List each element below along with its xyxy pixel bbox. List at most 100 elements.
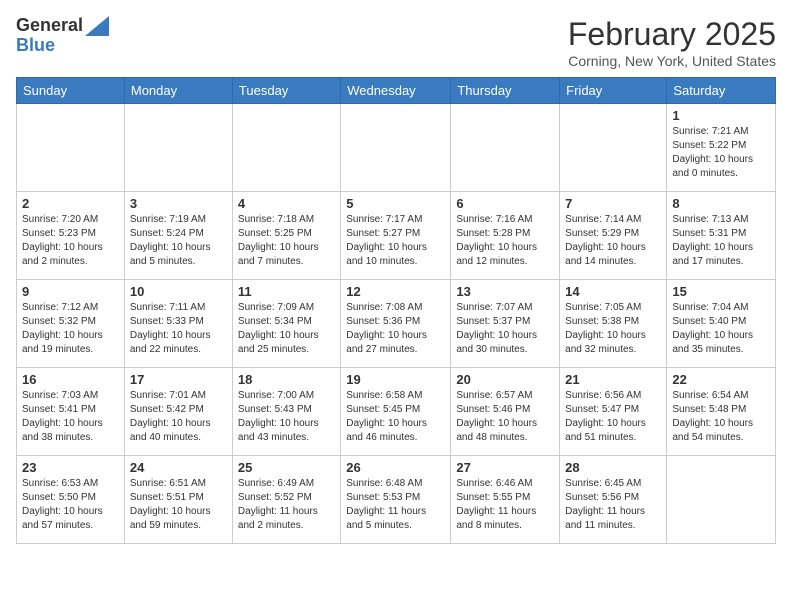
day-number: 3 [130,196,227,211]
calendar-cell [341,104,451,192]
calendar-cell: 7Sunrise: 7:14 AM Sunset: 5:29 PM Daylig… [560,192,667,280]
day-number: 28 [565,460,661,475]
calendar-cell: 16Sunrise: 7:03 AM Sunset: 5:41 PM Dayli… [17,368,125,456]
day-info: Sunrise: 7:07 AM Sunset: 5:37 PM Dayligh… [456,301,554,357]
logo-blue-text: Blue [16,36,109,56]
day-number: 19 [346,372,445,387]
calendar-cell: 20 Sunrise: 6:57 AM Sunset: 5:46 PM Dayli… [451,368,560,456]
day-number: 10 [130,284,227,299]
day-number: 7 [565,196,661,211]
column-header-thursday: Thursday [451,78,560,104]
day-info: Sunrise: 6:46 AM Sunset: 5:55 PM Dayligh… [456,477,554,533]
calendar-cell: 11 Sunrise: 7:09 AM Sunset: 5:34 PM Dayli… [232,280,340,368]
day-number: 22 [672,372,770,387]
day-number: 25 [238,460,335,475]
calendar-cell: 23 Sunrise: 6:53 AM Sunset: 5:50 PM Dayli… [17,456,125,544]
day-info: Sunrise: 6:49 AM Sunset: 5:52 PM Dayligh… [238,477,335,533]
day-number: 15 [672,284,770,299]
logo-general-text: General [16,16,83,36]
column-header-sunday: Sunday [17,78,125,104]
page-header: General Blue February 2025 Corning, New … [16,16,776,69]
day-info: Sunrise: 7:04 AM Sunset: 5:40 PM Dayligh… [672,301,770,357]
day-info: Sunrise: 7:11 AM Sunset: 5:33 PM Dayligh… [130,301,227,357]
day-info: Sunrise: 6:54 AM Sunset: 5:48 PM Dayligh… [672,389,770,445]
calendar-cell: 10 Sunrise: 7:11 AM Sunset: 5:33 PM Dayli… [124,280,232,368]
calendar-cell: 17Sunrise: 7:01 AM Sunset: 5:42 PM Dayli… [124,368,232,456]
day-info: Sunrise: 7:08 AM Sunset: 5:36 PM Dayligh… [346,301,445,357]
calendar-table: SundayMondayTuesdayWednesdayThursdayFrid… [16,77,776,544]
calendar-cell: 9 Sunrise: 7:12 AM Sunset: 5:32 PM Daylig… [17,280,125,368]
calendar-week-row: 16Sunrise: 7:03 AM Sunset: 5:41 PM Dayli… [17,368,776,456]
calendar-cell: 1 Sunrise: 7:21 AM Sunset: 5:22 PM Daylig… [667,104,776,192]
day-number: 8 [672,196,770,211]
day-info: Sunrise: 6:51 AM Sunset: 5:51 PM Dayligh… [130,477,227,533]
day-number: 6 [456,196,554,211]
calendar-cell: 15 Sunrise: 7:04 AM Sunset: 5:40 PM Dayli… [667,280,776,368]
calendar-week-row: 9 Sunrise: 7:12 AM Sunset: 5:32 PM Daylig… [17,280,776,368]
column-header-saturday: Saturday [667,78,776,104]
column-header-tuesday: Tuesday [232,78,340,104]
calendar-cell [667,456,776,544]
column-header-friday: Friday [560,78,667,104]
day-number: 5 [346,196,445,211]
calendar-cell: 2Sunrise: 7:20 AM Sunset: 5:23 PM Daylig… [17,192,125,280]
calendar-cell [124,104,232,192]
day-info: Sunrise: 6:57 AM Sunset: 5:46 PM Dayligh… [456,389,554,445]
calendar-week-row: 2Sunrise: 7:20 AM Sunset: 5:23 PM Daylig… [17,192,776,280]
calendar-cell: 13 Sunrise: 7:07 AM Sunset: 5:37 PM Dayli… [451,280,560,368]
day-number: 23 [22,460,119,475]
day-info: Sunrise: 7:13 AM Sunset: 5:31 PM Dayligh… [672,213,770,269]
day-info: Sunrise: 6:45 AM Sunset: 5:56 PM Dayligh… [565,477,661,533]
calendar-cell: 14 Sunrise: 7:05 AM Sunset: 5:38 PM Dayli… [560,280,667,368]
day-number: 1 [672,108,770,123]
day-info: Sunrise: 7:21 AM Sunset: 5:22 PM Dayligh… [672,125,770,181]
day-number: 11 [238,284,335,299]
day-number: 4 [238,196,335,211]
column-header-wednesday: Wednesday [341,78,451,104]
day-info: Sunrise: 7:20 AM Sunset: 5:23 PM Dayligh… [22,213,119,269]
day-info: Sunrise: 7:00 AM Sunset: 5:43 PM Dayligh… [238,389,335,445]
day-number: 18 [238,372,335,387]
day-info: Sunrise: 7:17 AM Sunset: 5:27 PM Dayligh… [346,213,445,269]
calendar-cell: 12 Sunrise: 7:08 AM Sunset: 5:36 PM Dayli… [341,280,451,368]
calendar-cell: 21 Sunrise: 6:56 AM Sunset: 5:47 PM Dayli… [560,368,667,456]
day-number: 12 [346,284,445,299]
day-number: 26 [346,460,445,475]
day-info: Sunrise: 6:48 AM Sunset: 5:53 PM Dayligh… [346,477,445,533]
day-number: 27 [456,460,554,475]
calendar-cell: 18 Sunrise: 7:00 AM Sunset: 5:43 PM Dayli… [232,368,340,456]
calendar-cell: 26 Sunrise: 6:48 AM Sunset: 5:53 PM Dayli… [341,456,451,544]
title-block: February 2025 Corning, New York, United … [568,16,776,69]
calendar-header-row: SundayMondayTuesdayWednesdayThursdayFrid… [17,78,776,104]
day-number: 21 [565,372,661,387]
day-number: 16 [22,372,119,387]
day-info: Sunrise: 6:58 AM Sunset: 5:45 PM Dayligh… [346,389,445,445]
day-info: Sunrise: 6:53 AM Sunset: 5:50 PM Dayligh… [22,477,119,533]
calendar-week-row: 1 Sunrise: 7:21 AM Sunset: 5:22 PM Daylig… [17,104,776,192]
day-info: Sunrise: 7:09 AM Sunset: 5:34 PM Dayligh… [238,301,335,357]
day-info: Sunrise: 7:12 AM Sunset: 5:32 PM Dayligh… [22,301,119,357]
day-number: 20 [456,372,554,387]
day-info: Sunrise: 7:01 AM Sunset: 5:42 PM Dayligh… [130,389,227,445]
day-info: Sunrise: 7:05 AM Sunset: 5:38 PM Dayligh… [565,301,661,357]
calendar-cell: 5 Sunrise: 7:17 AM Sunset: 5:27 PM Daylig… [341,192,451,280]
calendar-cell [560,104,667,192]
calendar-cell: 28 Sunrise: 6:45 AM Sunset: 5:56 PM Dayli… [560,456,667,544]
calendar-cell: 24Sunrise: 6:51 AM Sunset: 5:51 PM Dayli… [124,456,232,544]
day-number: 14 [565,284,661,299]
day-number: 13 [456,284,554,299]
day-info: Sunrise: 7:19 AM Sunset: 5:24 PM Dayligh… [130,213,227,269]
calendar-cell: 8 Sunrise: 7:13 AM Sunset: 5:31 PM Daylig… [667,192,776,280]
logo-icon [85,16,109,36]
month-year-title: February 2025 [568,16,776,53]
day-info: Sunrise: 6:56 AM Sunset: 5:47 PM Dayligh… [565,389,661,445]
calendar-cell: 27 Sunrise: 6:46 AM Sunset: 5:55 PM Dayli… [451,456,560,544]
calendar-cell: 4Sunrise: 7:18 AM Sunset: 5:25 PM Daylig… [232,192,340,280]
calendar-cell: 25 Sunrise: 6:49 AM Sunset: 5:52 PM Dayli… [232,456,340,544]
day-number: 9 [22,284,119,299]
column-header-monday: Monday [124,78,232,104]
location-subtitle: Corning, New York, United States [568,53,776,69]
calendar-cell: 3 Sunrise: 7:19 AM Sunset: 5:24 PM Daylig… [124,192,232,280]
day-info: Sunrise: 7:16 AM Sunset: 5:28 PM Dayligh… [456,213,554,269]
logo: General Blue [16,16,109,56]
